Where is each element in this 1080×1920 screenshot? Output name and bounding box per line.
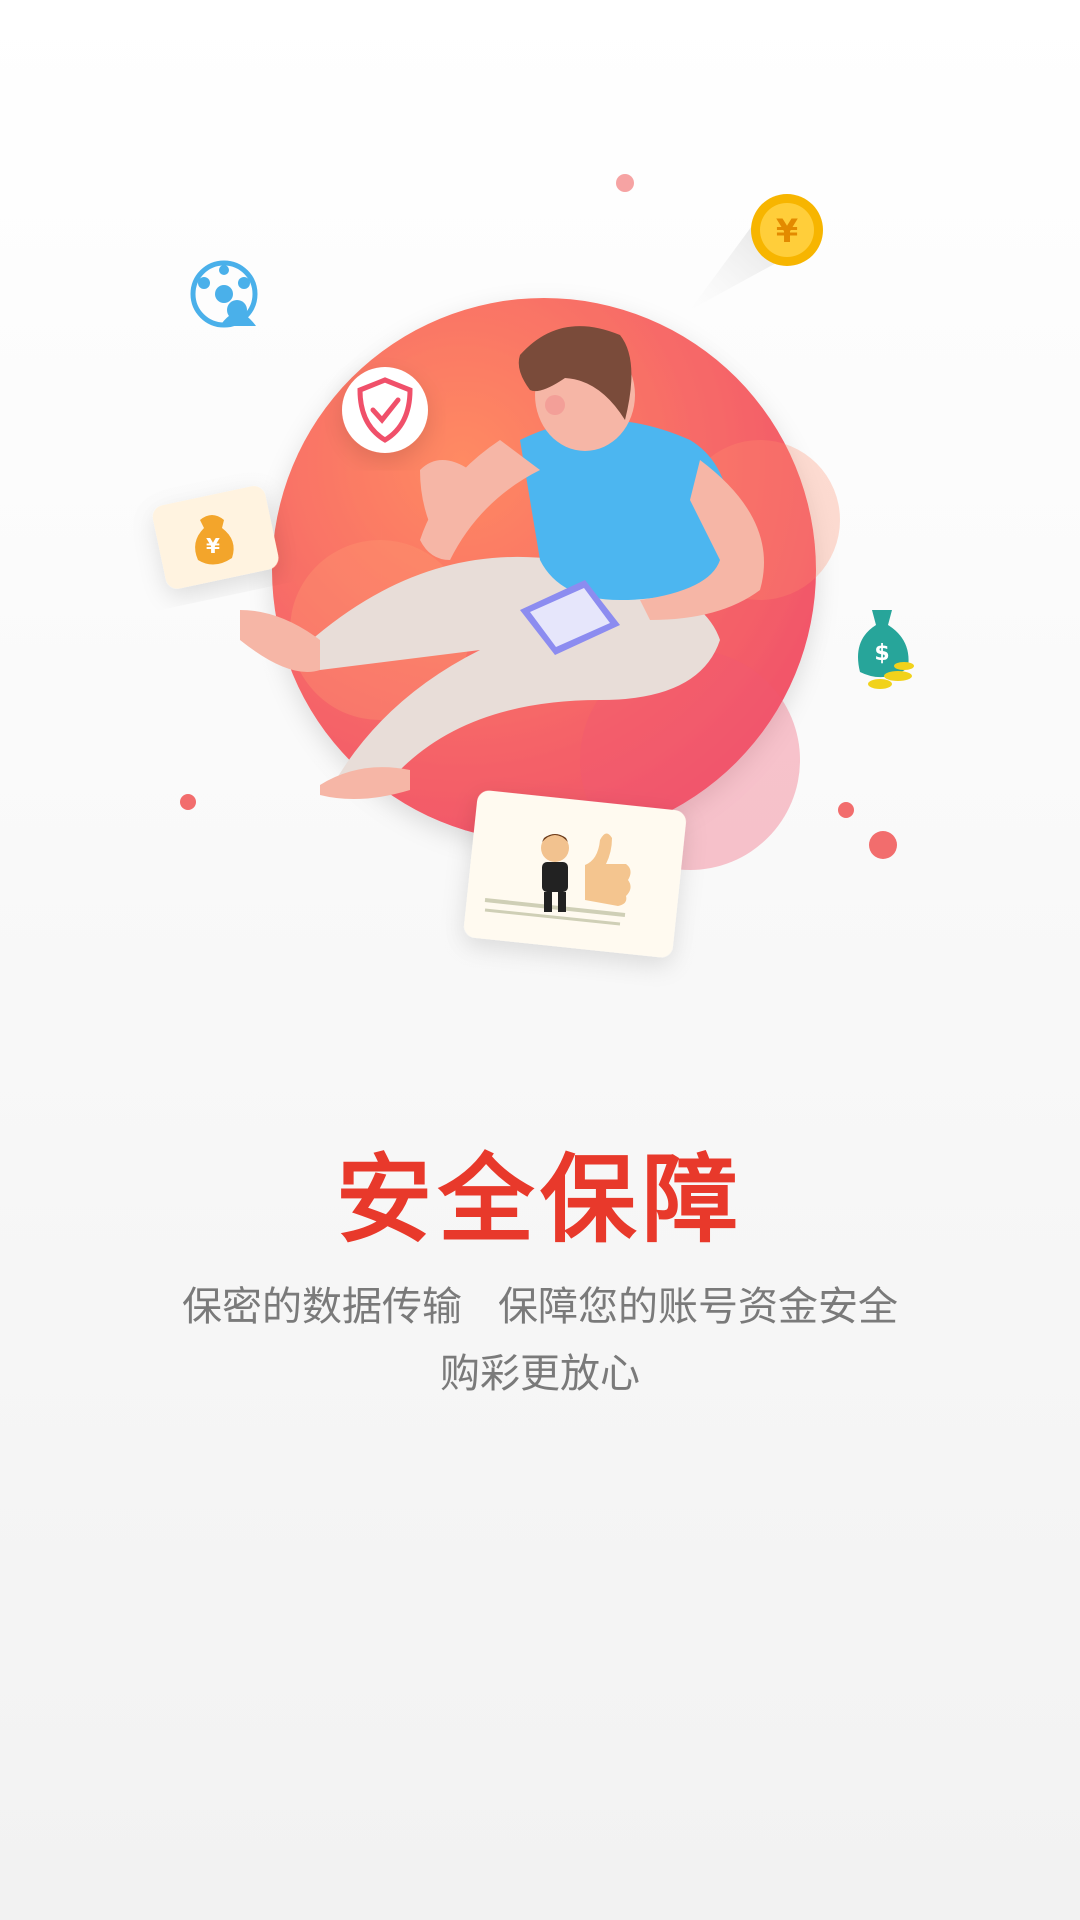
onboarding-title: 安全保障 [336,1144,744,1256]
desc-left: 保密的数据传输 [182,1284,462,1330]
onboarding-description-line2: 购彩更放心 [440,1351,640,1397]
bag-symbol: ¥ [206,534,220,558]
soccer-ball-user-icon [190,260,258,328]
security-shield-icon [342,367,428,453]
decor-dot [838,802,854,818]
desc-right: 保障您的账号资金安全 [498,1284,898,1330]
security-illustration: ¥ ¥ $ [152,174,914,958]
coin-symbol: ¥ [776,212,798,250]
decor-dot [616,174,634,192]
money-bag-icon: ¥ [152,486,279,589]
decor-dot [180,794,196,810]
decor-dot [869,831,897,859]
dollar-bag-icon: $ [858,610,914,689]
thumbs-up-card-icon [464,790,686,958]
onboarding-description-line1: 保密的数据传输 保障您的账号资金安全 [0,1274,1080,1332]
dollar-symbol: $ [874,641,889,666]
yuan-coin-icon: ¥ [751,194,823,266]
